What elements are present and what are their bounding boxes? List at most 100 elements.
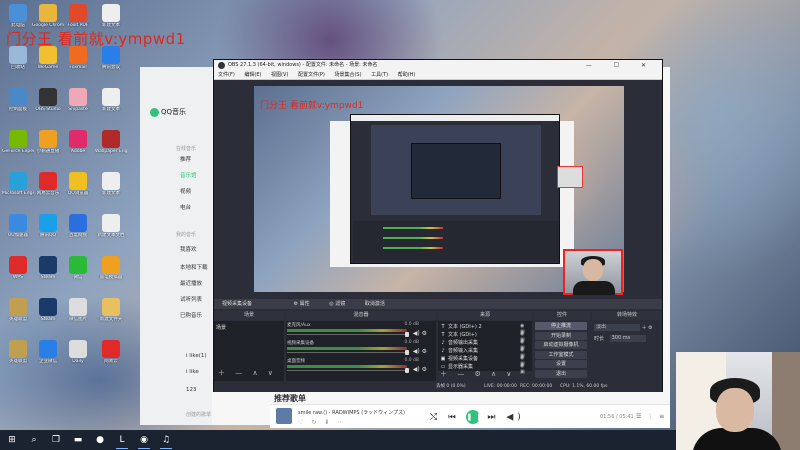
explorer-icon[interactable]: ▬ — [72, 434, 84, 446]
qq-nav-local[interactable]: 本地和下载 — [180, 263, 208, 271]
taskview-icon[interactable]: ❐ — [50, 434, 62, 446]
transition-add-icon[interactable]: ＋ ⚙ — [642, 325, 653, 331]
prev-icon[interactable]: ⏮ — [448, 413, 460, 423]
volume-slider[interactable] — [287, 370, 407, 371]
qq-nav-video[interactable]: 视频 — [180, 187, 191, 195]
desktop-icon[interactable]: Steam — [32, 256, 64, 281]
visibility-lock-icon[interactable]: ◉ ▣ — [520, 363, 525, 375]
source-item[interactable]: T 文本 (GDI+) 2 ◉ ▣ — [440, 323, 524, 335]
menu-help[interactable]: 帮助(H) — [398, 72, 416, 78]
desktop-icon[interactable]: 英雄联盟 — [2, 298, 34, 323]
desktop-icon[interactable]: 此电脑 — [2, 4, 34, 29]
menu-view[interactable]: 视图(V) — [271, 72, 288, 78]
desktop-icon[interactable]: 雷电模拟器 — [95, 256, 127, 281]
window-controls[interactable]: — ☐ ✕ — [586, 60, 656, 71]
filters-button[interactable]: ◎ 滤镜 — [329, 301, 345, 307]
sources-footer-controls[interactable]: ＋ — ⚙ ∧ ∨ — [440, 369, 515, 379]
qq-nav-recent[interactable]: 最近播放 — [180, 279, 202, 287]
volume-knob[interactable] — [404, 350, 409, 355]
desktop-icon[interactable]: OBS Studio — [32, 88, 64, 113]
desktop-icon[interactable]: 网易云 — [95, 340, 127, 365]
transition-select[interactable]: 淡出 — [594, 324, 640, 331]
qq-nav-trial[interactable]: 试听列表 — [180, 295, 202, 303]
next-icon[interactable]: ⏭ — [487, 413, 499, 423]
shuffle-icon[interactable]: ⤭ — [430, 413, 441, 423]
qq-nav-recommend[interactable]: 推荐 — [180, 155, 191, 163]
pause-button[interactable]: ❚❚ — [466, 410, 482, 424]
song-actions[interactable]: ♡ ↻ ⬇ ⋯ — [298, 419, 346, 426]
search-icon[interactable]: ⌕ — [28, 434, 40, 446]
menu-scene-collection[interactable]: 场景集合(S) — [334, 72, 361, 78]
desktop-icon[interactable]: 微信图片 — [62, 298, 94, 323]
obs-icon[interactable]: ◉ — [138, 434, 150, 449]
desktop-icon[interactable]: Google Chrome — [32, 4, 64, 29]
scene-item[interactable]: 场景 — [216, 324, 226, 331]
source-item[interactable]: ▭ 显示器采集 ◉ ▣ — [440, 363, 525, 375]
desktop-icon[interactable]: 腾讯QQ — [32, 214, 64, 239]
desktop-icon[interactable]: 百度网盘 — [62, 214, 94, 239]
source-item[interactable]: ♪ 音频输出采集 ◉ ▣ — [440, 339, 524, 351]
desktop-icon[interactable]: 网易云音乐 — [32, 172, 64, 197]
desktop-icon[interactable]: Snipaste — [62, 88, 94, 113]
scenes-footer-controls[interactable]: ＋ — ∧ ∨ — [218, 368, 277, 378]
menu-file[interactable]: 文件(F) — [218, 72, 235, 78]
qq-nav-like[interactable]: 我喜欢 — [180, 245, 197, 253]
volume-slider[interactable] — [287, 334, 407, 335]
qq-nav-library[interactable]: 音乐馆 — [180, 171, 197, 179]
control-button[interactable]: 设置 — [535, 360, 587, 368]
desktop-icon[interactable]: Daily — [62, 340, 94, 365]
volume-icon[interactable]: ◀) — [506, 413, 524, 423]
desktop-icon[interactable]: Wallpaper Engine — [95, 130, 127, 155]
mute-icon[interactable]: ◀) ⚙ — [413, 348, 427, 355]
desktop-icon[interactable]: 新建文件夹 — [95, 298, 127, 323]
volume-knob[interactable] — [404, 368, 409, 373]
desktop-icon[interactable]: 新建文本 — [95, 4, 127, 29]
menu-tools[interactable]: 工具(T) — [371, 72, 388, 78]
desktop-icon[interactable]: Foxmail — [62, 46, 94, 71]
control-button[interactable]: 开始录制 — [535, 331, 587, 340]
album-cover[interactable] — [276, 408, 292, 424]
mute-icon[interactable]: ◀) ⚙ — [413, 330, 427, 337]
volume-knob[interactable] — [404, 332, 409, 337]
control-button[interactable]: 工作室模式 — [535, 350, 587, 359]
chrome-icon[interactable]: ● — [94, 434, 106, 446]
desktop-icon[interactable]: UU加速器 — [2, 214, 34, 239]
desktop-icon[interactable]: WeGame — [32, 46, 64, 71]
desktop-icon[interactable]: Foxit PDF — [62, 4, 94, 29]
desktop-icon[interactable]: 微信 — [62, 256, 94, 281]
source-item[interactable]: ♪ 音频输入采集 ◉ ▣ — [440, 347, 524, 359]
desktop-icon[interactable]: GeForce Experience — [2, 130, 34, 155]
mute-icon[interactable]: ◀) ⚙ — [413, 366, 427, 373]
desktop-icon[interactable]: WPS — [2, 256, 34, 281]
qq-playlist-item[interactable]: i like — [186, 369, 199, 375]
desktop-icon[interactable]: 腾讯会议 — [95, 46, 127, 71]
desktop-icon[interactable]: 控制面板 — [2, 88, 34, 113]
control-button[interactable]: 停止推流 — [535, 322, 587, 330]
control-button[interactable]: 退出 — [535, 369, 587, 378]
desktop-icon[interactable]: Microsoft Edge — [2, 172, 34, 197]
volume-slider[interactable] — [287, 352, 407, 353]
control-button[interactable]: 启动虚拟摄像机 — [535, 341, 587, 349]
menu-profile[interactable]: 配置文件(P) — [298, 72, 325, 78]
windows-icon[interactable]: ⊞ — [6, 434, 18, 446]
menu-edit[interactable]: 编辑(E) — [244, 72, 261, 78]
qq-nav-purchased[interactable]: 已购音乐 — [180, 311, 202, 319]
desktop-icon[interactable]: 新建文本 — [95, 88, 127, 113]
desktop-icon[interactable]: Adobe — [62, 130, 94, 155]
duration-input[interactable]: 300 ms — [609, 335, 646, 342]
player-extras[interactable]: ☰ ⋮ ≡ — [636, 413, 666, 420]
desktop-icon[interactable]: Steam — [32, 298, 64, 323]
desktop-icon[interactable]: 小鹅通直播 — [32, 130, 64, 155]
source-item[interactable]: ▣ 视频采集设备 ◉ ▣ — [440, 355, 525, 367]
qq-playlist-item[interactable]: i like(1) — [186, 353, 207, 359]
desktop-icon[interactable]: 英雄联盟 — [2, 340, 34, 365]
qq-playlist-item[interactable]: 123 — [186, 387, 197, 393]
lol-icon[interactable]: L — [116, 434, 128, 449]
desktop-icon[interactable]: 回收站 — [2, 46, 34, 71]
desktop-icon[interactable]: 新建文本 — [95, 172, 127, 197]
desktop-icon[interactable]: 企业微信 — [32, 340, 64, 365]
qq-nav-radio[interactable]: 电台 — [180, 203, 191, 211]
properties-button[interactable]: ⚙ 属性 — [294, 301, 310, 307]
qqmusic-icon[interactable]: ♫ — [160, 434, 172, 449]
desktop-icon[interactable]: QQ浏览器 — [62, 172, 94, 197]
